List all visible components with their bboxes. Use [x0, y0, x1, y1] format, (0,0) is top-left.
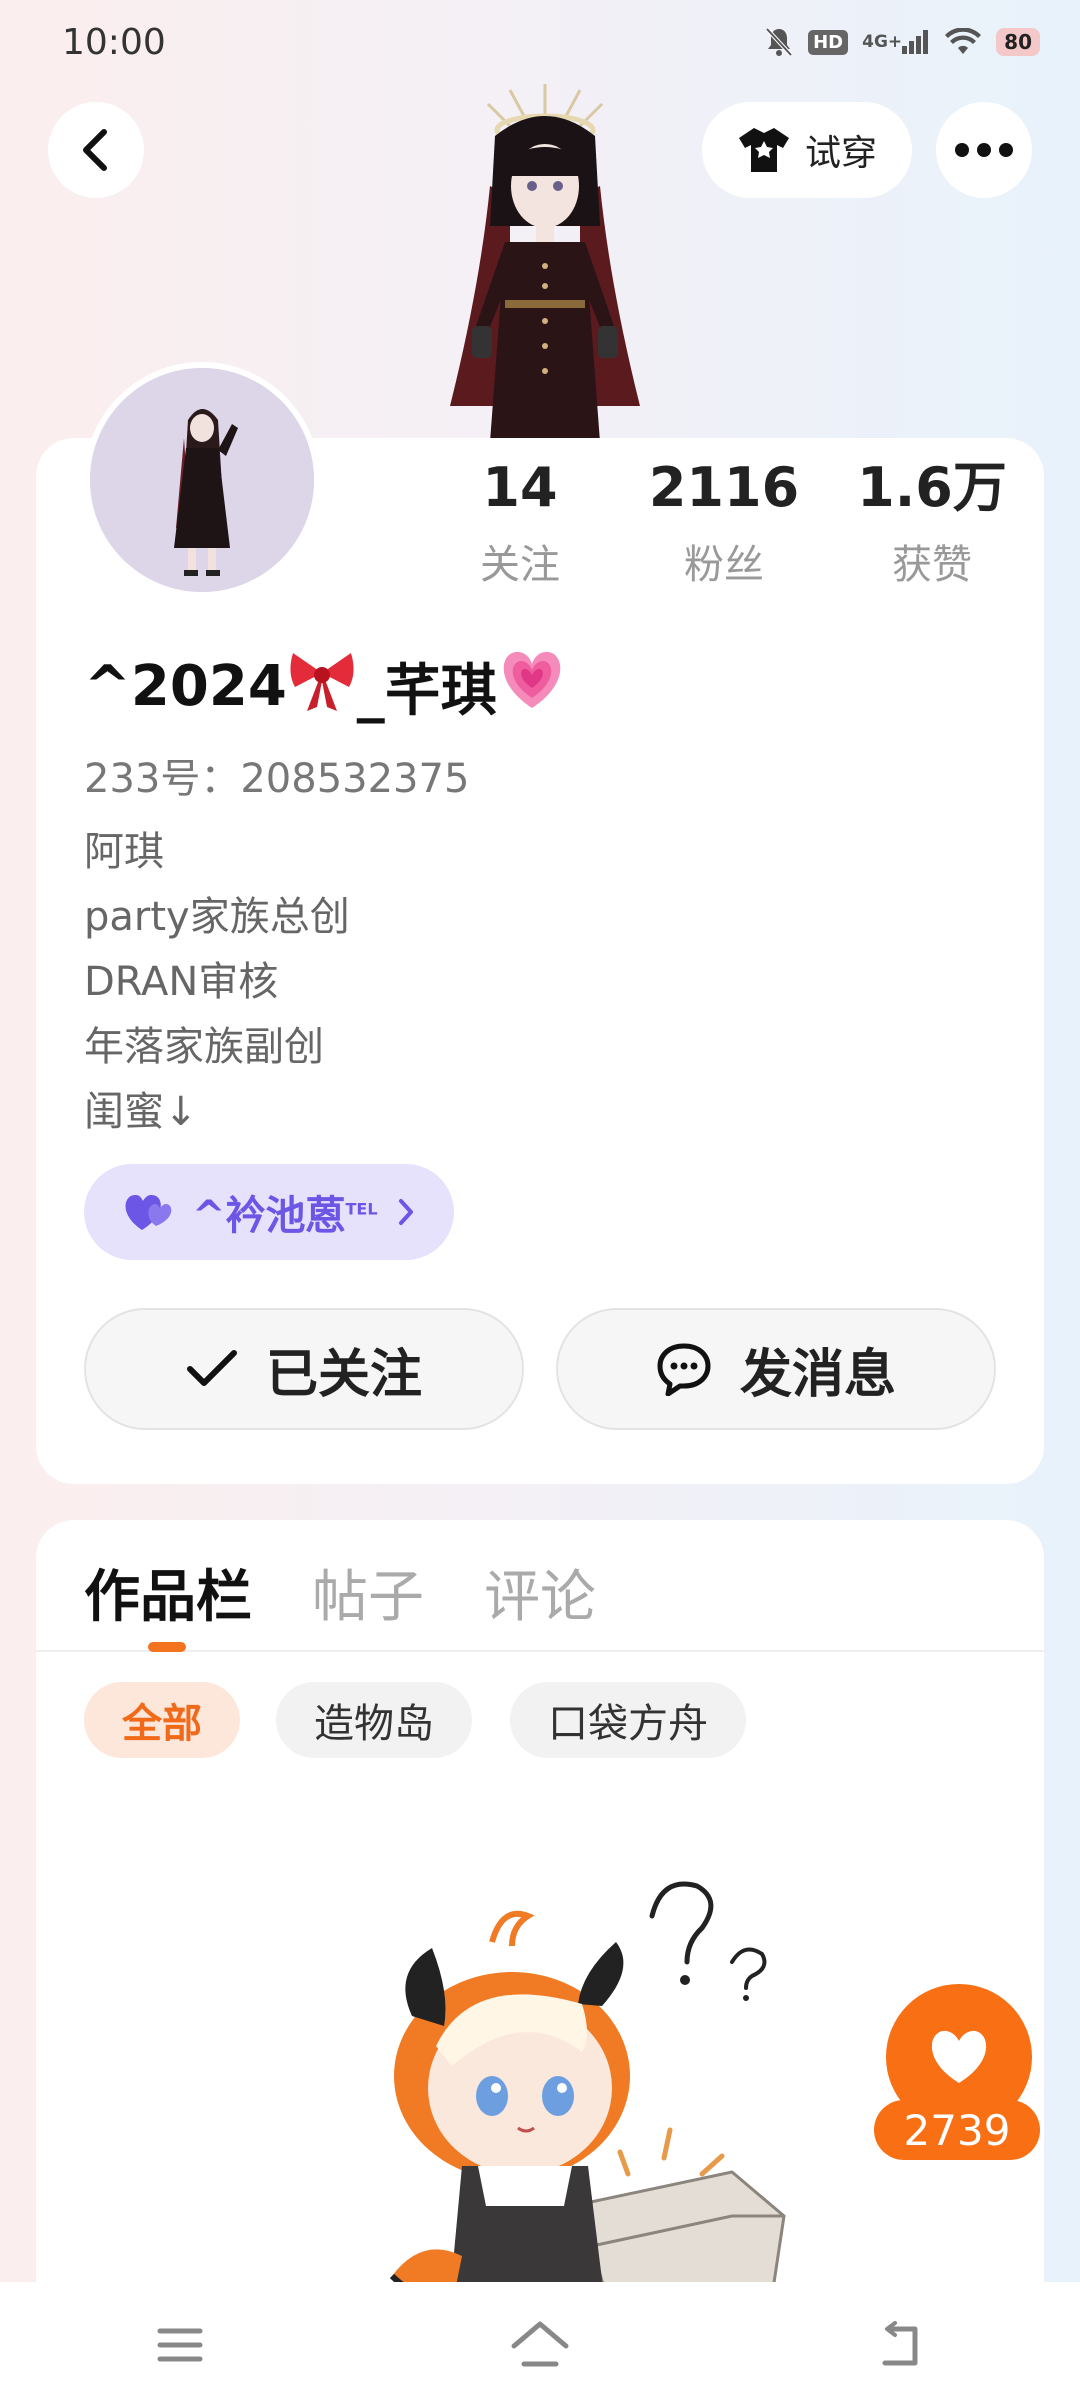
chat-bubble-icon: [657, 1343, 711, 1396]
stat-likes[interactable]: 1.6万 获赞: [842, 456, 1022, 590]
chip-all[interactable]: 全部: [84, 1682, 240, 1758]
send-message-button[interactable]: 发消息: [556, 1308, 996, 1430]
nickname: ^2024 _芊琪: [84, 646, 567, 727]
tab-works[interactable]: 作品栏: [84, 1552, 252, 1633]
mute-bell-icon: [764, 26, 794, 58]
stat-value: 14: [482, 456, 558, 519]
back-nav-button[interactable]: [855, 2300, 945, 2390]
stat-label: 粉丝: [684, 542, 764, 588]
bio-line: 闺蜜↓: [84, 1089, 198, 1135]
bio: 阿琪 party家族总创 DRAN审核 年落家族副创 闺蜜↓: [84, 820, 350, 1145]
recent-apps-button[interactable]: [135, 2300, 225, 2390]
send-message-label: 发消息: [739, 1344, 896, 1405]
hd-icon: HD: [808, 29, 849, 55]
bio-line: DRAN审核: [84, 959, 279, 1005]
system-nav-bar: [0, 2282, 1080, 2408]
wifi-icon: [944, 28, 982, 56]
home-icon: [511, 2321, 569, 2367]
check-icon: [186, 1350, 237, 1386]
battery-icon: 80: [996, 28, 1040, 56]
followed-label: 已关注: [265, 1344, 422, 1405]
works-card: 作品栏 帖子 评论 全部 造物岛 口袋方舟: [36, 1520, 1044, 2340]
chip-creation-island[interactable]: 造物岛: [276, 1682, 472, 1758]
bio-line: 阿琪: [84, 829, 164, 875]
tshirt-icon: [738, 128, 789, 172]
status-bar: 10:00 HD 4G+ 80: [0, 0, 1080, 84]
nickname-text-part2: _芊琪: [356, 659, 497, 724]
chip-pocket-ark[interactable]: 口袋方舟: [510, 1682, 746, 1758]
stat-following[interactable]: 14 关注: [430, 456, 610, 590]
try-on-label: 试穿: [804, 133, 877, 174]
tab-comments[interactable]: 评论: [484, 1552, 596, 1633]
home-button[interactable]: [495, 2300, 585, 2390]
tab-posts[interactable]: 帖子: [312, 1552, 424, 1633]
partner-link[interactable]: ^衿池蒽TEL: [84, 1164, 454, 1260]
back-button[interactable]: [48, 102, 144, 198]
chevron-right-icon: [398, 1199, 413, 1225]
stats-row: 14 关注 2116 粉丝 1.6万 获赞: [430, 456, 1030, 596]
heart-icon: [931, 2030, 987, 2083]
like-count: 2739: [874, 2100, 1040, 2160]
cellular-signal-icon: 4G+: [862, 30, 930, 54]
stat-label: 关注: [480, 542, 560, 588]
more-dots-icon: [955, 143, 1013, 157]
character-figure: [410, 76, 680, 442]
followed-button[interactable]: 已关注: [84, 1308, 524, 1430]
partner-tag: TEL: [345, 1199, 378, 1219]
content-tabs: 作品栏 帖子 评论: [36, 1520, 1044, 1652]
bio-line: party家族总创: [84, 894, 350, 940]
status-time: 10:00: [62, 21, 166, 63]
ribbon-emoji-icon: [287, 647, 357, 727]
double-heart-icon: [125, 1194, 172, 1230]
like-fab[interactable]: 2739: [874, 1984, 1048, 2160]
return-icon: [882, 2321, 918, 2366]
avatar[interactable]: [84, 362, 320, 598]
user-id: 233号：208532375: [84, 756, 470, 802]
chevron-left-icon: [83, 129, 107, 171]
empty-state-illustration: [352, 1876, 812, 2318]
battery-level: 80: [996, 28, 1040, 56]
active-tab-indicator: [148, 1642, 186, 1652]
more-button[interactable]: [936, 102, 1032, 198]
stat-value: 2116: [648, 456, 800, 519]
partner-name: ^衿池蒽TEL: [192, 1193, 378, 1239]
stat-label: 获赞: [892, 542, 972, 588]
status-icons: HD 4G+ 80: [764, 26, 1040, 58]
pink-heart-emoji-icon: [497, 648, 567, 726]
try-on-button[interactable]: 试穿: [702, 102, 912, 198]
stat-followers[interactable]: 2116 粉丝: [634, 456, 814, 590]
menu-icon: [157, 2328, 203, 2362]
bio-line: 年落家族副创: [84, 1024, 324, 1070]
nickname-text-part1: ^2024: [84, 654, 287, 719]
stat-value: 1.6万: [857, 456, 1007, 519]
